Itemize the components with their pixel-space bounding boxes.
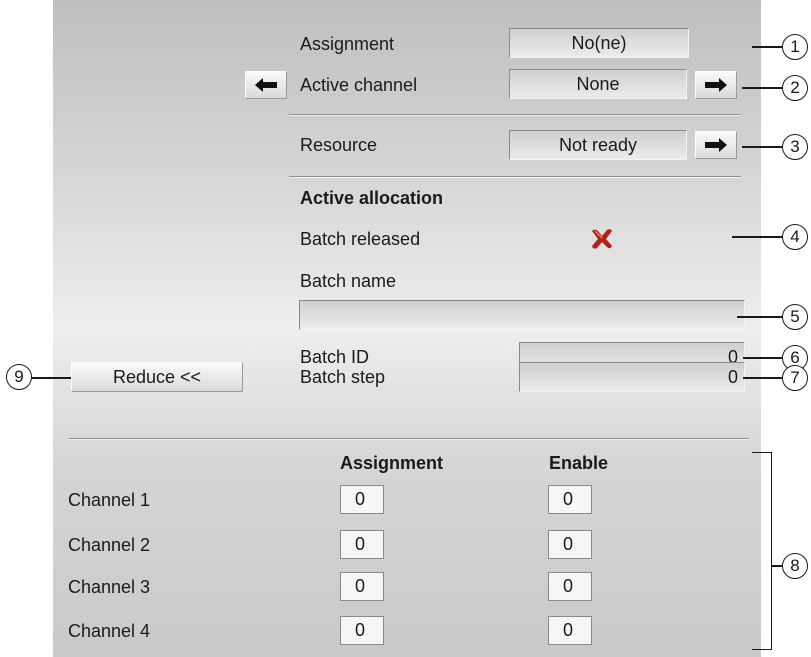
column-header-assignment: Assignment — [340, 453, 444, 473]
callout-line — [743, 357, 784, 359]
resource-navigate-button[interactable] — [695, 131, 737, 159]
batch-id-label: Batch ID — [300, 347, 370, 367]
resource-value: Not ready — [509, 130, 687, 160]
callout-line — [732, 236, 784, 238]
callout-1: 1 — [782, 34, 808, 60]
arrow-right-icon — [705, 78, 727, 92]
callout-line — [737, 316, 784, 318]
reduce-button[interactable]: Reduce << — [71, 362, 243, 392]
callout-8: 8 — [782, 553, 808, 579]
callout-4: 4 — [782, 224, 808, 250]
batch-name-field — [299, 300, 745, 330]
callout-5: 5 — [782, 304, 808, 330]
callout-9: 9 — [6, 364, 32, 390]
callout-line — [743, 377, 784, 379]
red-x-icon — [592, 229, 612, 249]
callout-line — [752, 46, 784, 48]
channel-label: Channel 1 — [68, 490, 151, 510]
callout-3: 3 — [782, 134, 808, 160]
callout-2: 2 — [782, 75, 808, 101]
callout-line — [742, 87, 784, 89]
next-channel-button[interactable] — [695, 71, 737, 99]
arrow-left-icon — [255, 78, 277, 92]
active-channel-value: None — [509, 69, 687, 99]
channel-enable-cell: 0 — [548, 616, 592, 645]
channel-assignment-cell: 0 — [340, 616, 384, 645]
channel-label: Channel 3 — [68, 577, 151, 597]
batch-step-label: Batch step — [300, 367, 386, 387]
channel-enable-cell: 0 — [548, 572, 592, 601]
batch-name-label: Batch name — [300, 271, 397, 291]
callout-bracket — [752, 452, 772, 650]
arrow-right-icon — [705, 138, 727, 152]
channel-assignment-cell: 0 — [340, 485, 384, 514]
channel-label: Channel 4 — [68, 621, 151, 641]
channel-enable-cell: 0 — [548, 485, 592, 514]
callout-7: 7 — [782, 365, 808, 391]
callout-line — [742, 146, 784, 148]
resource-label: Resource — [300, 135, 378, 155]
channel-label: Channel 2 — [68, 535, 151, 555]
channel-enable-cell: 0 — [548, 530, 592, 559]
separator — [69, 438, 749, 440]
channel-assignment-cell: 0 — [340, 572, 384, 601]
callout-line — [31, 377, 71, 379]
column-header-enable: Enable — [549, 453, 609, 473]
assignment-value: No(ne) — [509, 28, 689, 58]
batch-released-label: Batch released — [300, 229, 421, 249]
batch-step-value: 0 — [519, 362, 745, 392]
separator — [289, 176, 741, 178]
assignment-label: Assignment — [300, 34, 395, 54]
previous-channel-button[interactable] — [245, 71, 287, 99]
separator — [289, 114, 741, 116]
active-allocation-heading: Active allocation — [300, 188, 444, 208]
active-channel-label: Active channel — [300, 75, 418, 95]
channel-assignment-cell: 0 — [340, 530, 384, 559]
